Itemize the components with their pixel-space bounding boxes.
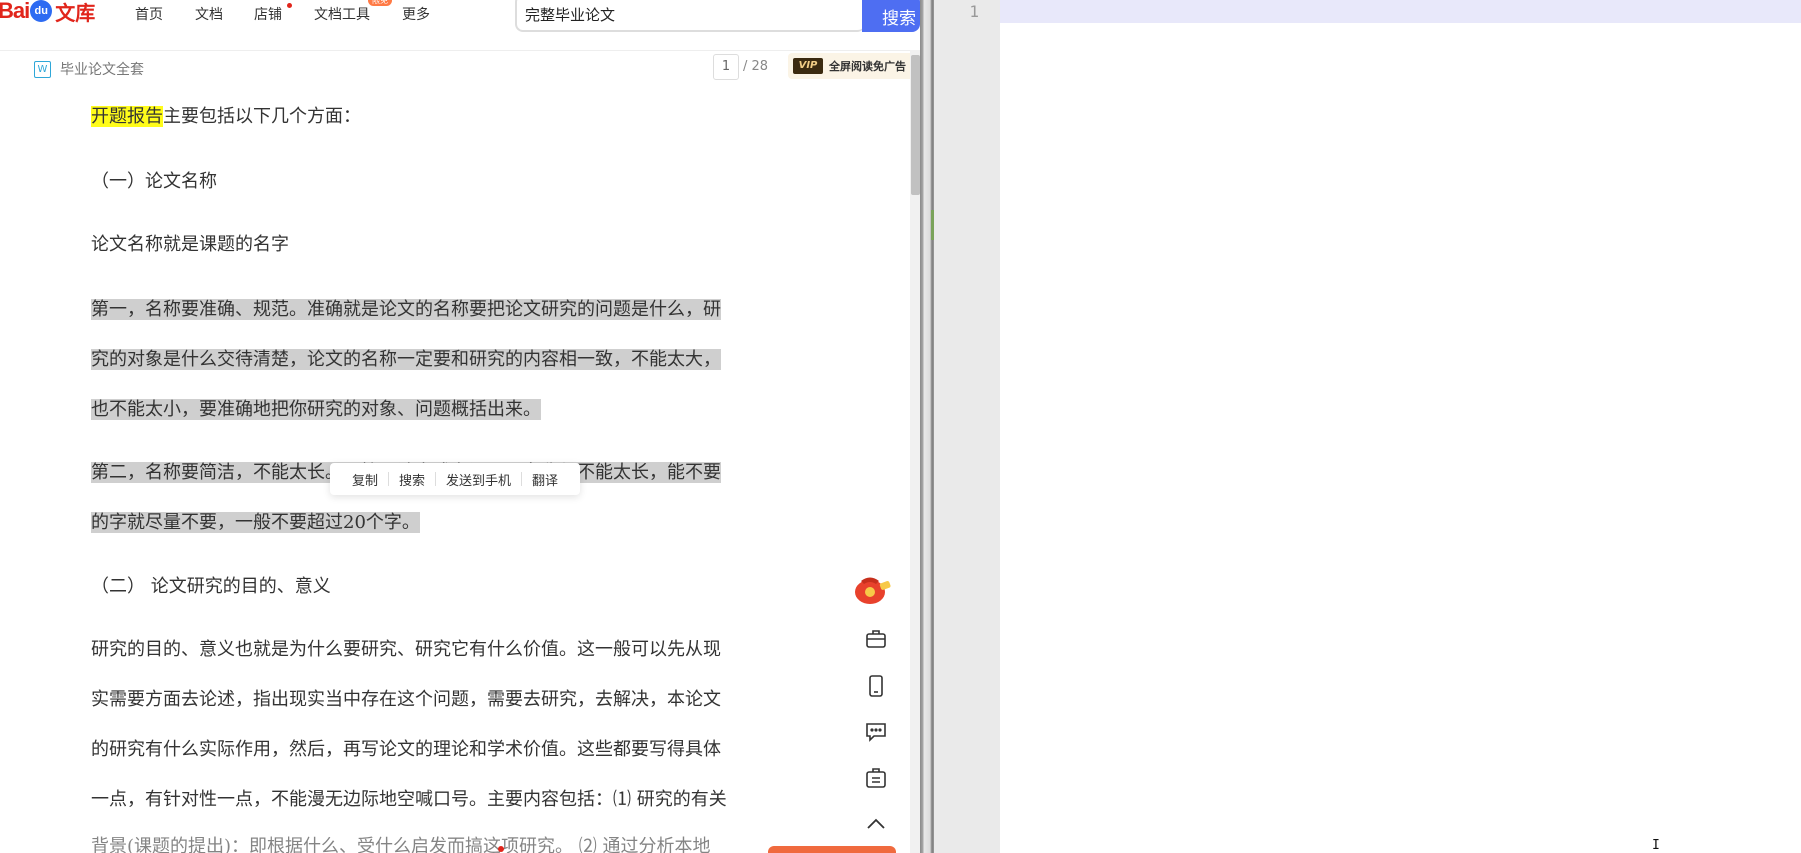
baidu-wenku-logo[interactable]: Bai du 文库 bbox=[0, 0, 95, 26]
phone-icon[interactable] bbox=[862, 672, 890, 700]
editor-text-area[interactable] bbox=[1000, 23, 1801, 853]
doc-line: 研究的目的、意义也就是为什么要研究、研究它有什么价值。这一般可以先从现 bbox=[91, 639, 721, 660]
redpacket-icon[interactable] bbox=[852, 570, 892, 606]
highlighted-text: 开题报告 bbox=[91, 106, 163, 127]
line-number-gutter bbox=[934, 0, 1000, 853]
tools-badge: 限免 bbox=[368, 0, 392, 6]
top-nav: Bai du 文库 首页 文档 店铺 文档工具 限免 更多 完整毕业论文 搜索 bbox=[0, 0, 920, 51]
bottom-action-button[interactable] bbox=[768, 846, 896, 853]
selected-text: 的字就尽量不要，一般不要超过20个字。 bbox=[91, 512, 420, 533]
selected-line: 的字就尽量不要，一般不要超过20个字。 bbox=[91, 508, 420, 534]
doc-paragraph: 开题报告主要包括以下几个方面： bbox=[91, 102, 361, 128]
pane-splitter[interactable] bbox=[920, 0, 934, 853]
selected-line: 究的对象是什么交待清楚，论文的名称一定要和研究的内容相一致，不能太大， bbox=[91, 345, 721, 371]
menu-translate[interactable]: 翻译 bbox=[522, 470, 568, 489]
logo-bai: Bai bbox=[0, 0, 30, 23]
vip-text: 全屏阅读免广告 bbox=[829, 60, 906, 73]
selected-line: 也不能太小，要准确地把你研究的对象、问题概括出来。 bbox=[91, 395, 541, 421]
doc-line: 一点，有针对性一点，不能漫无边际地空喊口号。主要内容包括：⑴ 研究的有关 bbox=[91, 789, 727, 810]
nav-docs[interactable]: 文档 bbox=[195, 4, 223, 24]
menu-copy[interactable]: 复制 bbox=[342, 470, 388, 489]
text-cursor-icon: I bbox=[1652, 838, 1660, 853]
menu-search[interactable]: 搜索 bbox=[389, 470, 435, 489]
selected-text: 也不能太小，要准确地把你研究的对象、问题概括出来。 bbox=[91, 399, 541, 420]
notification-dot bbox=[498, 846, 504, 852]
nav-doc-tools[interactable]: 文档工具 bbox=[314, 4, 370, 24]
search-button[interactable]: 搜索 bbox=[862, 0, 920, 32]
chevron-up-icon[interactable] bbox=[862, 810, 890, 838]
shop-notification-dot bbox=[287, 3, 292, 8]
current-line-highlight[interactable] bbox=[1000, 0, 1801, 23]
doc-line: 的研究有什么实际作用，然后，再写论文的理论和学术价值。这些都要写得具体 bbox=[91, 739, 721, 760]
briefcase-icon[interactable] bbox=[862, 625, 890, 653]
menu-send-to-phone[interactable]: 发送到手机 bbox=[436, 470, 521, 489]
selection-context-menu: 复制 搜索 发送到手机 翻译 bbox=[330, 463, 581, 495]
page-total: / 28 bbox=[743, 59, 769, 74]
nav-home[interactable]: 首页 bbox=[135, 4, 163, 24]
logo-paw: du bbox=[30, 0, 53, 22]
line-number: 1 bbox=[969, 2, 979, 21]
wenku-page: Bai du 文库 首页 文档 店铺 文档工具 限免 更多 完整毕业论文 搜索 … bbox=[0, 0, 920, 853]
scrollbar-thumb[interactable] bbox=[911, 55, 920, 195]
nav-more[interactable]: 更多 bbox=[402, 4, 430, 24]
nav-shop[interactable]: 店铺 bbox=[254, 4, 282, 24]
section-heading: （一）论文名称 bbox=[91, 171, 217, 192]
doc-title: 毕业论文全套 bbox=[60, 62, 144, 78]
section-heading: （二） 论文研究的目的、意义 bbox=[91, 576, 331, 597]
selected-line: 第一，名称要准确、规范。准确就是论文的名称要把论文研究的问题是什么，研 bbox=[91, 295, 721, 321]
search-input[interactable]: 完整毕业论文 bbox=[515, 0, 865, 32]
text: 主要包括以下几个方面： bbox=[163, 106, 361, 127]
page-number-input[interactable]: 1 bbox=[713, 54, 739, 80]
vip-icon: VIP bbox=[793, 58, 823, 74]
selected-text: 究的对象是什么交待清楚，论文的名称一定要和研究的内容相一致，不能太大， bbox=[91, 349, 721, 370]
doc-line: 背景(课题的提出)：即根据什么、受什么启发而搞这项研究。 ⑵ 通过分析本地 bbox=[91, 836, 711, 853]
comment-icon[interactable] bbox=[862, 718, 890, 746]
vip-no-ads-button[interactable]: VIP 全屏阅读免广告 bbox=[788, 53, 916, 79]
doc-paragraph: 论文名称就是课题的名字 bbox=[91, 234, 289, 255]
logo-wenku: 文库 bbox=[55, 2, 96, 25]
clipboard-icon[interactable] bbox=[862, 764, 890, 792]
doc-line: 实需要方面去论述，指出现实当中存在这个问题，需要去研究，去解决，本论文 bbox=[91, 689, 721, 710]
word-doc-icon: W bbox=[34, 61, 51, 78]
selected-text: 第一，名称要准确、规范。准确就是论文的名称要把论文研究的问题是什么，研 bbox=[91, 299, 721, 320]
